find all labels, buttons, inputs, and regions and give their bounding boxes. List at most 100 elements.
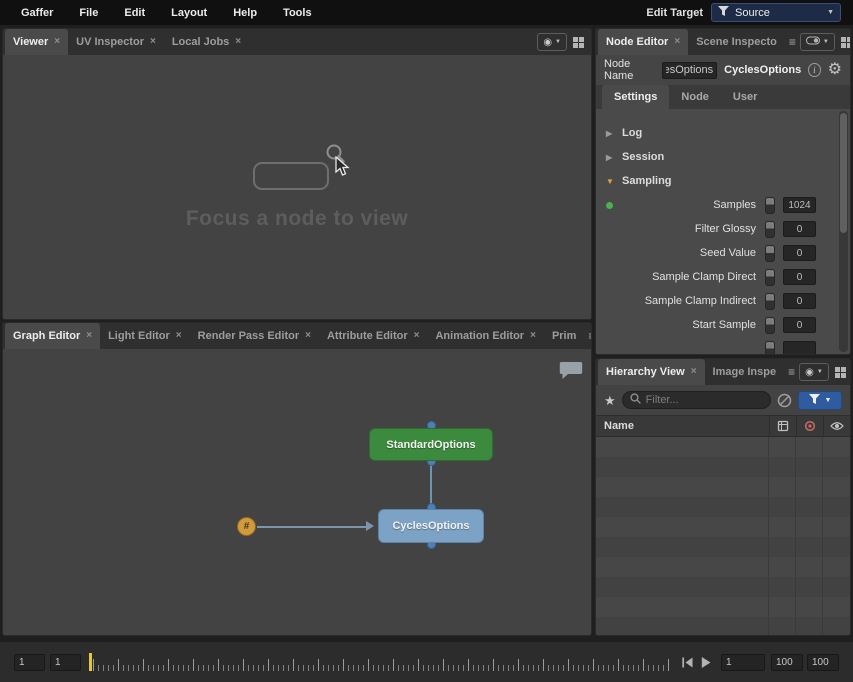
- tab-graph-editor[interactable]: Graph Editor ×: [5, 323, 100, 349]
- node-standardoptions[interactable]: StandardOptions: [369, 428, 493, 461]
- close-icon[interactable]: ×: [86, 331, 92, 341]
- column-light[interactable]: [796, 416, 823, 436]
- dot-connection[interactable]: [257, 526, 367, 528]
- viewer-content[interactable]: Focus a node to view: [3, 55, 591, 320]
- layout-grid-icon[interactable]: [834, 366, 847, 379]
- section-sampling[interactable]: ▼ Sampling: [596, 169, 850, 193]
- tab-prim-truncated[interactable]: Prim: [544, 323, 584, 349]
- close-icon[interactable]: ×: [674, 37, 680, 47]
- tab-animation-editor[interactable]: Animation Editor ×: [427, 323, 543, 349]
- tab-light-editor[interactable]: Light Editor ×: [100, 323, 190, 349]
- clear-filter-icon[interactable]: [777, 393, 792, 408]
- param-enable-switch[interactable]: [765, 221, 775, 238]
- table-row[interactable]: [596, 517, 850, 537]
- node-name-input[interactable]: [662, 62, 717, 79]
- tab-image-inspector[interactable]: Image Inspe: [705, 359, 785, 385]
- tab-local-jobs[interactable]: Local Jobs ×: [164, 29, 249, 55]
- frame-start-field[interactable]: [14, 654, 45, 671]
- annotation-bubble-icon[interactable]: [559, 361, 583, 385]
- param-value-field[interactable]: 0: [783, 269, 816, 285]
- column-visibility[interactable]: [823, 416, 850, 436]
- tab-menu-icon[interactable]: ≡: [584, 323, 592, 349]
- close-icon[interactable]: ×: [691, 367, 697, 377]
- menu-layout[interactable]: Layout: [158, 0, 220, 25]
- tab-hierarchy-view[interactable]: Hierarchy View ×: [598, 359, 705, 385]
- menu-tools[interactable]: Tools: [270, 0, 325, 25]
- info-icon[interactable]: i: [808, 63, 820, 77]
- table-row[interactable]: [596, 537, 850, 557]
- layout-grid-icon[interactable]: [572, 36, 585, 49]
- playback-end-field[interactable]: [807, 654, 839, 671]
- close-icon[interactable]: ×: [235, 37, 241, 47]
- param-value-field[interactable]: 1024: [783, 197, 816, 213]
- frame-number-field[interactable]: [721, 654, 765, 671]
- table-row[interactable]: [596, 477, 850, 497]
- filter-input[interactable]: [646, 394, 763, 406]
- layout-grid-icon[interactable]: [840, 36, 851, 49]
- param-enable-switch[interactable]: [765, 317, 775, 334]
- param-value-field[interactable]: 0: [783, 293, 816, 309]
- param-value-field[interactable]: [783, 341, 816, 355]
- param-value-field[interactable]: 0: [783, 245, 816, 261]
- play-icon[interactable]: [697, 656, 715, 669]
- tab-render-pass-editor[interactable]: Render Pass Editor ×: [190, 323, 319, 349]
- param-enable-switch[interactable]: [765, 245, 775, 262]
- frame-ruler[interactable]: [93, 653, 672, 671]
- param-enable-switch[interactable]: [765, 269, 775, 286]
- close-icon[interactable]: ×: [176, 331, 182, 341]
- range-end-field[interactable]: [771, 654, 803, 671]
- column-geometry[interactable]: [769, 416, 796, 436]
- edit-target-dropdown[interactable]: Source ▼: [711, 3, 841, 22]
- tab-menu-icon[interactable]: ≡: [785, 29, 800, 55]
- menu-file[interactable]: File: [66, 0, 111, 25]
- tab-uv-inspector[interactable]: UV Inspector ×: [68, 29, 164, 55]
- menu-gaffer[interactable]: Gaffer: [8, 0, 66, 25]
- node-connection[interactable]: [430, 461, 432, 509]
- param-enable-switch[interactable]: [765, 293, 775, 310]
- tab-menu-icon[interactable]: ≡: [784, 359, 799, 385]
- tab-node-editor[interactable]: Node Editor ×: [598, 29, 688, 55]
- table-row[interactable]: [596, 557, 850, 577]
- panel-focus-menu-button[interactable]: ◉ ▼: [537, 33, 567, 51]
- close-icon[interactable]: ×: [150, 37, 156, 47]
- dot-node[interactable]: #: [237, 517, 256, 536]
- node-cyclesoptions[interactable]: CyclesOptions: [378, 509, 484, 543]
- close-icon[interactable]: ×: [54, 37, 60, 47]
- tab-node[interactable]: Node: [669, 85, 721, 109]
- close-icon[interactable]: ×: [530, 331, 536, 341]
- tab-attribute-editor[interactable]: Attribute Editor ×: [319, 323, 428, 349]
- current-frame-marker[interactable]: [89, 653, 92, 671]
- filter-search-box[interactable]: [622, 391, 771, 409]
- vertical-scrollbar[interactable]: [839, 111, 848, 352]
- table-row[interactable]: [596, 497, 850, 517]
- table-row[interactable]: [596, 437, 850, 457]
- column-name[interactable]: Name: [596, 416, 769, 436]
- param-value-field[interactable]: 0: [783, 317, 816, 333]
- panel-focus-menu-button[interactable]: ◉ ▼: [799, 363, 829, 381]
- section-session[interactable]: ▶ Session: [596, 145, 850, 169]
- menu-edit[interactable]: Edit: [111, 0, 158, 25]
- filter-options-button[interactable]: ▼: [798, 391, 842, 410]
- current-frame-field[interactable]: [50, 654, 81, 671]
- table-row[interactable]: [596, 457, 850, 477]
- tab-scene-inspector[interactable]: Scene Inspecto: [688, 29, 785, 55]
- editor-focus-menu-button[interactable]: ▼: [800, 33, 835, 51]
- tab-viewer[interactable]: Viewer ×: [5, 29, 68, 55]
- graph-canvas[interactable]: StandardOptions CyclesOptions #: [3, 349, 591, 636]
- scrollbar-thumb[interactable]: [840, 113, 847, 233]
- table-row[interactable]: [596, 597, 850, 617]
- param-enable-switch[interactable]: [765, 341, 775, 356]
- section-log[interactable]: ▶ Log: [596, 121, 850, 145]
- skip-to-start-icon[interactable]: [678, 656, 697, 669]
- close-icon[interactable]: ×: [305, 331, 311, 341]
- close-icon[interactable]: ×: [414, 331, 420, 341]
- gear-icon[interactable]: ⚙: [828, 62, 842, 78]
- table-row[interactable]: [596, 577, 850, 597]
- param-value-field[interactable]: 0: [783, 221, 816, 237]
- tab-user[interactable]: User: [721, 85, 769, 109]
- table-row[interactable]: [596, 617, 850, 636]
- tab-settings[interactable]: Settings: [602, 85, 669, 109]
- menu-help[interactable]: Help: [220, 0, 270, 25]
- param-enable-switch[interactable]: [765, 197, 775, 214]
- bookmark-star-icon[interactable]: ★: [604, 394, 616, 407]
